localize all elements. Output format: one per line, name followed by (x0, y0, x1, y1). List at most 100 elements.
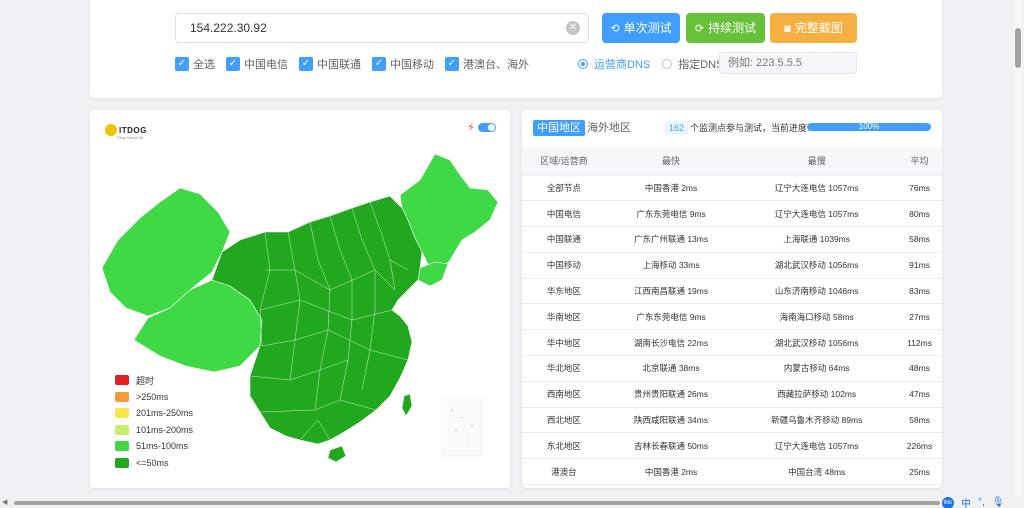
cell-average: 48ms (897, 355, 942, 382)
checkbox-checked-icon[interactable]: ✓ (299, 57, 313, 71)
radio-selected-icon[interactable] (578, 59, 588, 69)
results-table: 区域/运营商 最快 最慢 平均 全部节点 中国香港 2ms 辽宁大连电信 1057m… (522, 147, 942, 486)
table-row: 全部节点 中国香港 2ms 辽宁大连电信 1057ms 76ms (522, 175, 942, 202)
column-header-slowest[interactable]: 最慢 (736, 147, 898, 176)
filter-mobile[interactable]: ✓ 中国移动 (372, 56, 434, 72)
map-region-liaoning[interactable] (417, 261, 449, 287)
legend-swatch (115, 375, 129, 386)
ime-icon[interactable]: IME (942, 496, 954, 508)
legend-item: 201ms-250ms (115, 405, 193, 422)
punctuation-icon[interactable]: °, (978, 497, 985, 508)
table-row: 华东地区 江西南昌联通 19ms 山东济南移动 1046ms 83ms (522, 278, 942, 305)
checkbox-checked-icon[interactable]: ✓ (372, 57, 386, 71)
cell-region: 全部节点 (522, 175, 606, 202)
cell-average: 83ms (897, 278, 942, 305)
cell-region: 中国联通 (522, 226, 606, 253)
custom-dns-radio[interactable]: 指定DNS: (662, 56, 727, 72)
cell-region: 华北地区 (522, 355, 606, 382)
isp-dns-radio[interactable]: 运营商DNS (578, 56, 650, 72)
south-china-sea-inset (441, 397, 483, 457)
radio-unselected-icon[interactable] (662, 59, 673, 69)
filter-select-all[interactable]: ✓ 全选 (175, 56, 215, 72)
legend-item: 51ms-100ms (115, 438, 193, 455)
filter-hk-macao-tw-overseas[interactable]: ✓ 港澳台、海外 (445, 56, 529, 72)
ip-address-input[interactable] (175, 13, 589, 43)
cell-region: 华中地区 (522, 329, 606, 357)
latency-map-card: ITDOG Ping Check Kit ⚡ 超时 >250ms 201ms-2… (90, 110, 510, 488)
table-row: 港澳台 中国香港 2ms 中国台湾 48ms 25ms (522, 458, 942, 486)
map-region-taiwan[interactable] (401, 393, 413, 417)
results-card: 中国地区 海外地区 162 个监测点参与测试，当前进度： 100% 区域/运营商… (522, 110, 942, 488)
cell-fastest: 中国香港 2ms (605, 458, 737, 486)
full-screenshot-button[interactable]: ◙ 完整截图 (770, 13, 857, 43)
cell-slowest: 湖北武汉移动 1056ms (736, 329, 898, 357)
continuous-test-button[interactable]: ⟳ 持续测试 (686, 13, 765, 43)
cell-average: 25ms (897, 458, 942, 486)
legend-swatch (115, 391, 129, 402)
cell-fastest: 陕西咸阳联通 34ms (605, 407, 737, 434)
checkbox-checked-icon[interactable]: ✓ (226, 57, 240, 71)
single-test-button[interactable]: ⟲ 单次测试 (602, 13, 680, 43)
vertical-scrollbar[interactable] (1014, 0, 1022, 496)
legend-item: >250ms (115, 389, 193, 406)
column-header-fastest[interactable]: 最快 (605, 147, 737, 176)
cell-region: 中国移动 (522, 252, 606, 279)
cell-fastest: 上海移动 33ms (605, 252, 737, 279)
cell-fastest: 江西南昌联通 19ms (605, 278, 737, 305)
cell-slowest: 上海联通 1039ms (736, 226, 898, 253)
table-row: 西南地区 贵州贵阳联通 26ms 西藏拉萨移动 102ms 47ms (522, 381, 942, 408)
ime-language-label[interactable]: 中 (961, 495, 971, 508)
checkbox-checked-icon[interactable]: ✓ (445, 57, 459, 71)
clear-icon[interactable]: ✕ (566, 21, 580, 35)
refresh-icon: ⟲ (610, 23, 620, 35)
cell-average: 112ms (897, 329, 942, 357)
scroll-left-arrow-icon[interactable]: ◀ (2, 498, 7, 506)
progress-text: 个监测点参与测试，当前进度： (690, 123, 817, 133)
microphone-icon[interactable]: 🎙 (992, 497, 1005, 508)
cell-fastest: 北京联通 38ms (605, 355, 737, 382)
dog-icon (105, 124, 117, 136)
horizontal-scrollbar-thumb[interactable] (14, 501, 940, 505)
system-tray: IME 中 °, 🎙 (942, 495, 1011, 508)
table-row: 中国联通 广东广州联通 13ms 上海联通 1039ms 58ms (522, 226, 942, 253)
cell-slowest: 新疆乌鲁木齐移动 89ms (736, 407, 898, 434)
cell-fastest: 广东广州联通 13ms (605, 226, 737, 253)
cell-average: 226ms (897, 432, 942, 460)
legend-swatch (115, 408, 129, 419)
column-header-region[interactable]: 区域/运营商 (522, 147, 606, 176)
column-header-average[interactable]: 平均 (897, 147, 942, 176)
cell-slowest: 海南海口移动 58ms (736, 303, 898, 331)
map-region-hainan[interactable] (327, 445, 347, 463)
latency-legend: 超时 >250ms 201ms-250ms 101ms-200ms 51ms-1… (115, 372, 193, 471)
cell-region: 华南地区 (522, 303, 606, 331)
filter-unicom[interactable]: ✓ 中国联通 (299, 56, 361, 72)
filter-telecom[interactable]: ✓ 中国电信 (226, 56, 288, 72)
tab-overseas[interactable]: 海外地区 (583, 120, 635, 136)
checkbox-checked-icon[interactable]: ✓ (175, 57, 189, 71)
vertical-scrollbar-thumb[interactable] (1015, 28, 1021, 68)
cell-average: 91ms (897, 252, 942, 279)
cell-slowest: 辽宁大连电信 1057ms (736, 432, 898, 460)
cell-fastest: 湖南长沙电信 22ms (605, 329, 737, 357)
legend-item: <=50ms (115, 455, 193, 472)
camera-icon: ◙ (784, 23, 791, 35)
progress-bar: 100% (807, 123, 931, 131)
progress-label: 100% (858, 123, 880, 131)
cell-slowest: 辽宁大连电信 1057ms (736, 175, 898, 202)
cell-slowest: 西藏拉萨移动 102ms (736, 381, 898, 408)
custom-dns-input[interactable] (719, 52, 857, 74)
table-row: 中国移动 上海移动 33ms 湖北武汉移动 1056ms 91ms (522, 252, 942, 279)
lightning-icon: ⚡ (467, 122, 475, 134)
table-row: 中国电信 广东东莞电信 9ms 辽宁大连电信 1057ms 80ms (522, 200, 942, 228)
legend-swatch (115, 457, 129, 468)
map-toggle-switch[interactable] (478, 123, 496, 132)
cell-average: 76ms (897, 175, 942, 202)
tab-china[interactable]: 中国地区 (533, 120, 585, 136)
results-table-body: 全部节点 中国香港 2ms 辽宁大连电信 1057ms 76ms 中国电信 广东东莞电信 … (522, 175, 942, 486)
legend-swatch (115, 424, 129, 435)
cell-average: 58ms (897, 226, 942, 253)
cell-average: 80ms (897, 200, 942, 228)
cell-fastest: 贵州贵阳联通 26ms (605, 381, 737, 408)
dns-radio-group: 运营商DNS 指定DNS: (578, 56, 739, 72)
table-row: 华南地区 广东东莞电信 9ms 海南海口移动 58ms 27ms (522, 303, 942, 331)
